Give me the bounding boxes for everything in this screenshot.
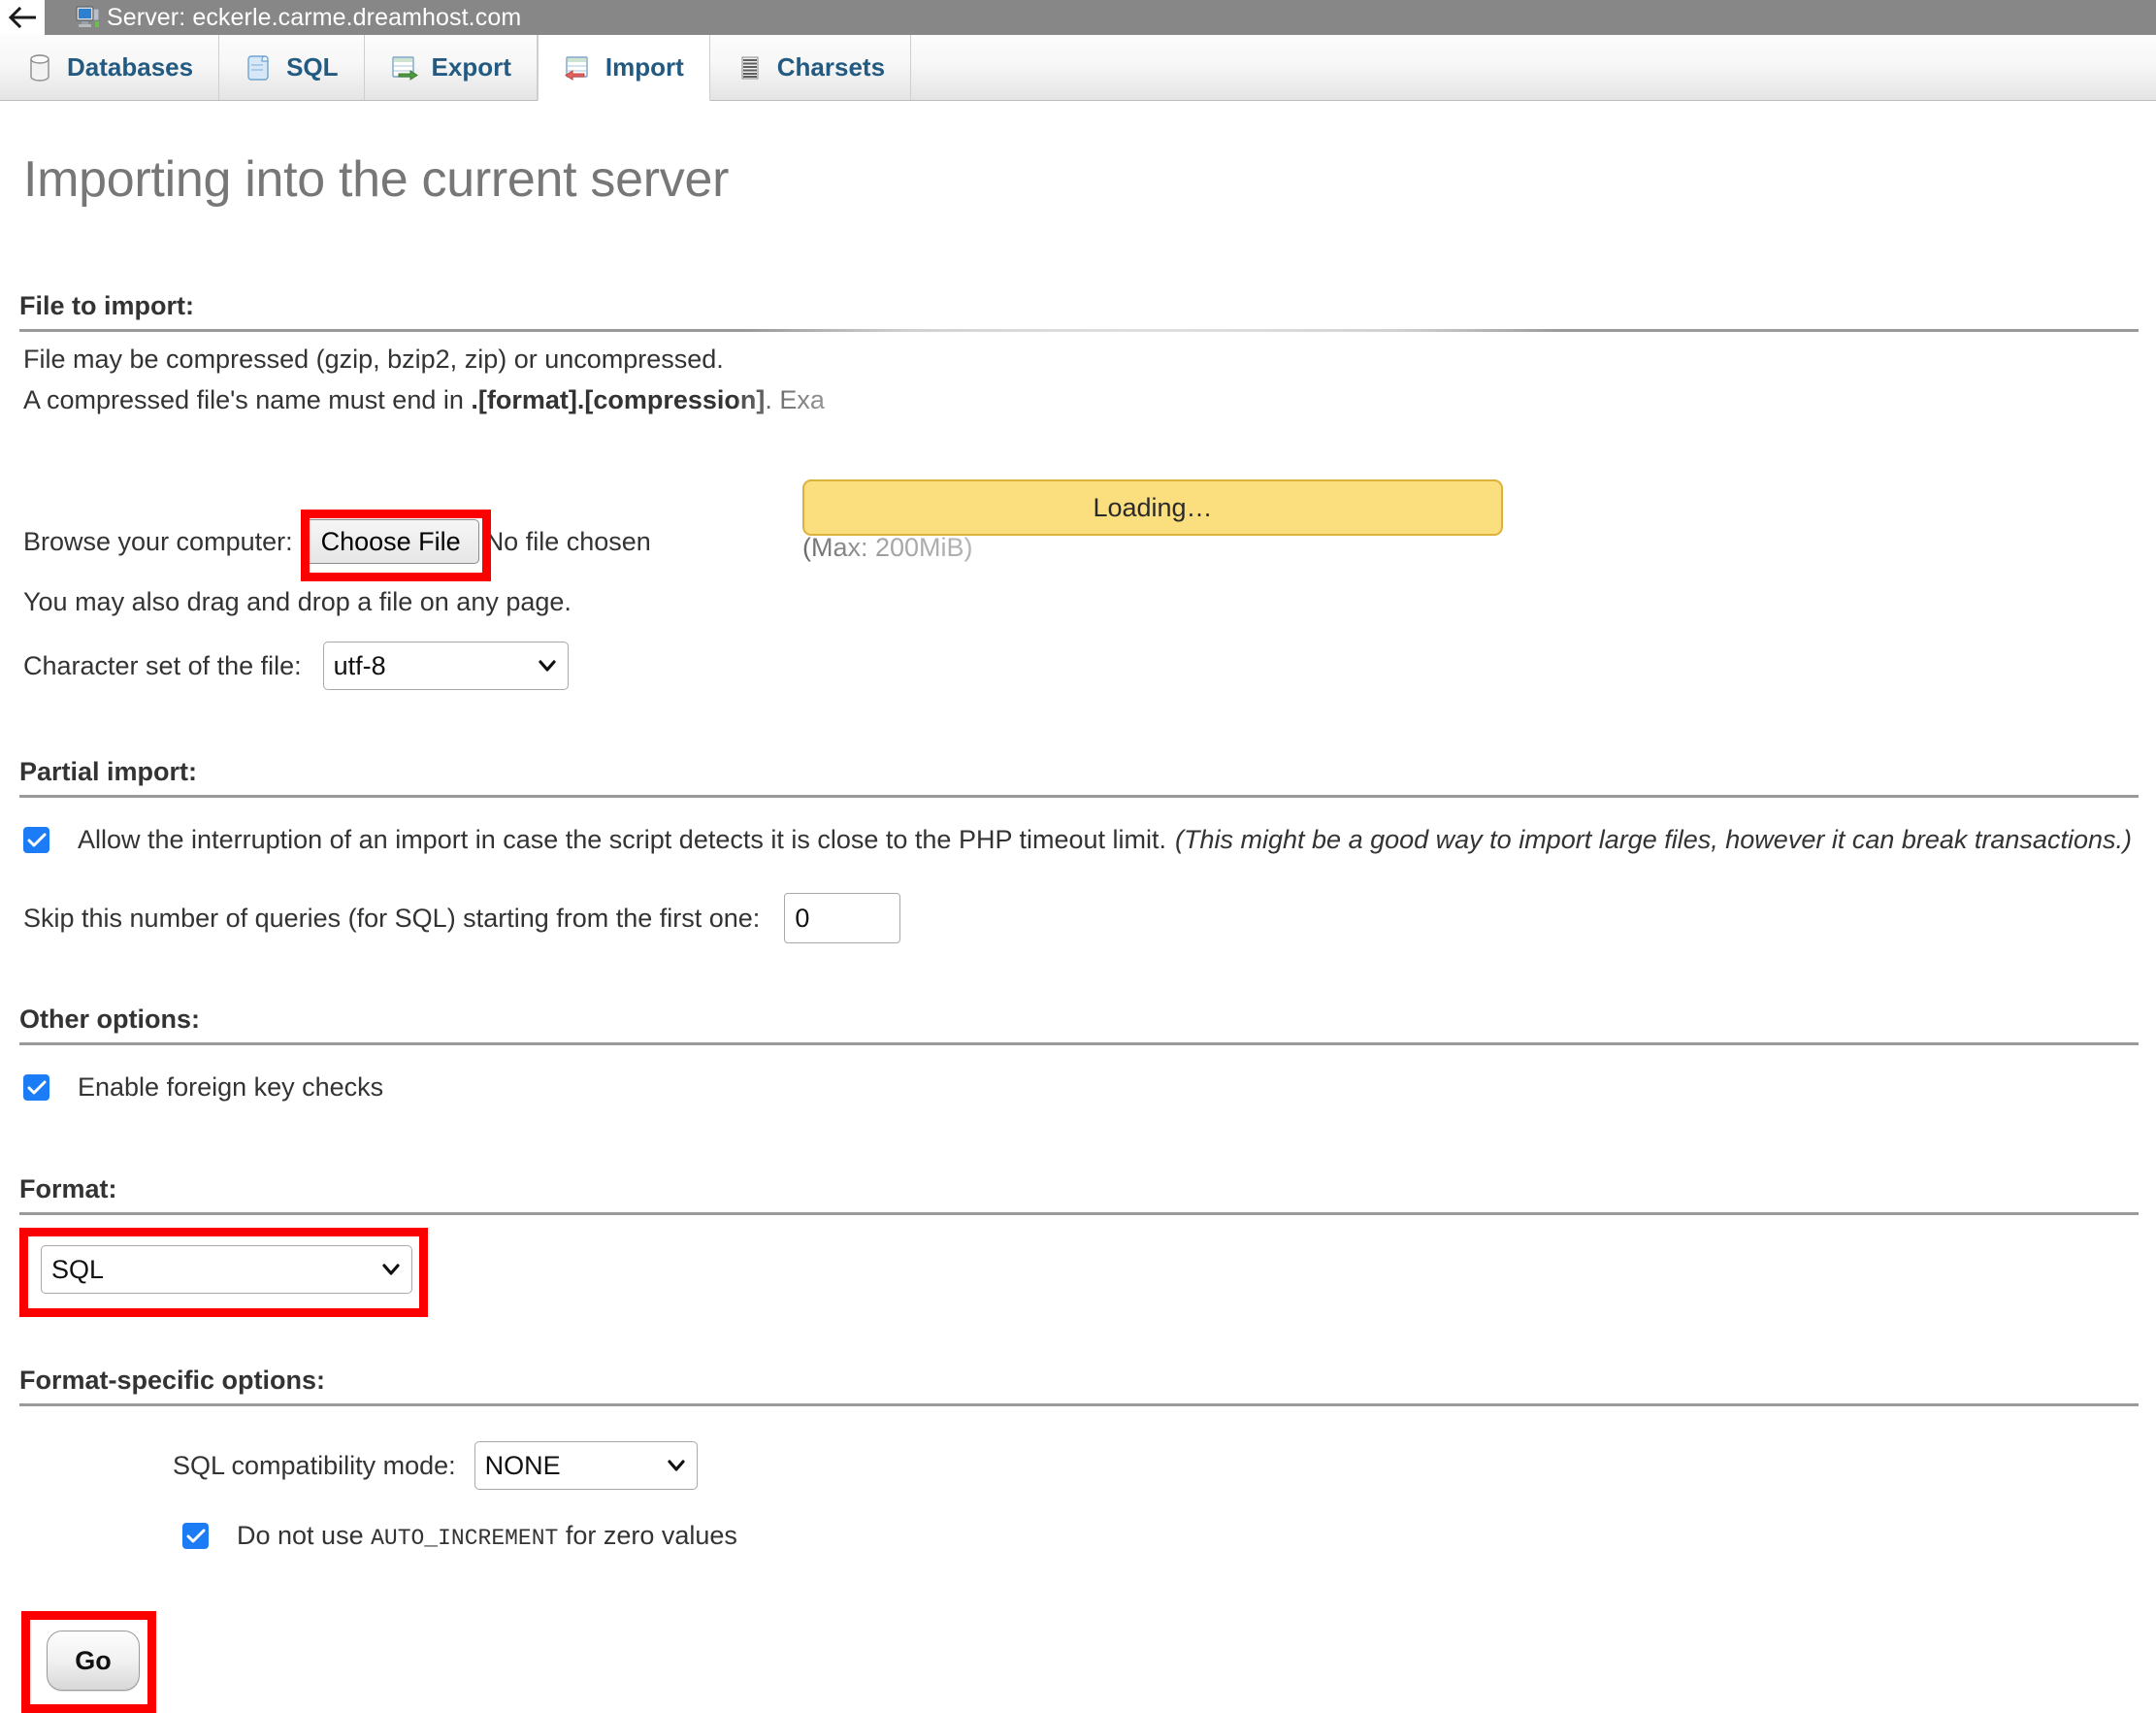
compression-note-line1: File may be compressed (gzip, bzip2, zip…	[23, 345, 724, 374]
partial-import-heading: Partial import:	[19, 757, 2139, 798]
tab-databases-label: Databases	[67, 52, 194, 82]
format-select-value: SQL	[51, 1254, 105, 1284]
tab-export-label: Export	[431, 52, 511, 82]
back-arrow-icon	[8, 7, 36, 28]
charset-select-value: utf-8	[333, 650, 386, 680]
compression-note-line2: A compressed file's name must end in .[f…	[23, 385, 825, 415]
allow-interruption-label: Allow the interruption of an import in c…	[78, 825, 1167, 854]
skip-queries-label: Skip this number of queries (for SQL) st…	[23, 903, 761, 933]
charset-select[interactable]: utf-8	[322, 642, 569, 690]
charset-label: Character set of the file:	[23, 650, 302, 680]
drag-drop-note: You may also drag and drop a file on any…	[23, 587, 572, 616]
import-page-content: Importing into the current server File t…	[0, 102, 2156, 1713]
browse-row: Browse your computer: Choose File No fil…	[23, 519, 651, 564]
no-file-chosen-label: No file chosen	[484, 526, 651, 556]
sql-scroll-icon	[245, 53, 274, 82]
compression-format-token: .[format].[compression]	[471, 385, 766, 414]
tab-import-label: Import	[604, 52, 684, 82]
window-title-bar: Server: eckerle.carme.dreamhost.com	[0, 0, 2156, 35]
sql-compat-label: SQL compatibility mode:	[173, 1450, 456, 1480]
back-button[interactable]	[0, 0, 45, 35]
section-partial-import: Partial import:	[19, 757, 2139, 798]
format-select[interactable]: SQL	[41, 1245, 412, 1294]
loading-scrim	[737, 218, 1572, 684]
page-title: Importing into the current server	[23, 151, 730, 208]
window-title: Server: eckerle.carme.dreamhost.com	[107, 3, 522, 31]
sql-compat-row: SQL compatibility mode: NONE	[173, 1441, 698, 1490]
format-heading: Format:	[19, 1174, 2139, 1215]
section-other-options: Other options:	[19, 1005, 2139, 1045]
section-file-to-import: File to import:	[19, 291, 2139, 332]
main-tab-bar: Databases SQL Export Import Charsets	[0, 35, 2156, 101]
allow-interruption-checkbox[interactable]	[23, 827, 49, 853]
chevron-down-icon	[668, 1460, 685, 1471]
tab-export[interactable]: Export	[365, 35, 538, 100]
section-format-specific: Format-specific options:	[19, 1366, 2139, 1406]
allow-interruption-note: (This might be a good way to import larg…	[1175, 825, 2132, 854]
browse-label: Browse your computer:	[23, 526, 293, 556]
file-to-import-heading: File to import:	[19, 291, 2139, 332]
auto-increment-code: AUTO_INCREMENT	[371, 1526, 559, 1551]
foreign-key-checkbox[interactable]	[23, 1074, 49, 1101]
section-format: Format:	[19, 1174, 2139, 1215]
tab-databases[interactable]: Databases	[0, 35, 220, 100]
import-table-icon	[564, 53, 593, 82]
charset-row: Character set of the file: utf-8	[23, 642, 569, 690]
choose-file-button[interactable]: Choose File	[302, 519, 479, 564]
skip-queries-input[interactable]	[784, 893, 901, 943]
auto-increment-prefix: Do not use	[237, 1521, 372, 1550]
loading-indicator: Loading…	[802, 479, 1503, 536]
chevron-down-icon	[382, 1264, 400, 1275]
tab-charsets[interactable]: Charsets	[710, 35, 912, 100]
skip-queries-row: Skip this number of queries (for SQL) st…	[23, 893, 901, 943]
auto-increment-row: Do not use AUTO_INCREMENT for zero value…	[182, 1521, 737, 1551]
chevron-down-icon	[539, 660, 556, 672]
tab-charsets-label: Charsets	[776, 52, 886, 82]
allow-interruption-row: Allow the interruption of an import in c…	[23, 825, 2132, 855]
format-specific-heading: Format-specific options:	[19, 1366, 2139, 1406]
charsets-lines-icon	[735, 53, 765, 82]
compression-note-suffix: . Exa	[765, 385, 825, 414]
compression-note-prefix: A compressed file's name must end in	[23, 385, 472, 414]
tab-sql-label: SQL	[286, 52, 339, 82]
sql-compat-select[interactable]: NONE	[474, 1441, 698, 1490]
export-table-icon	[390, 53, 419, 82]
server-monitor-icon	[76, 6, 101, 29]
max-upload-size-label: (Max: 200MiB)	[802, 533, 973, 562]
tab-import[interactable]: Import	[537, 35, 710, 101]
auto-increment-suffix: for zero values	[558, 1521, 737, 1550]
foreign-key-row: Enable foreign key checks	[23, 1072, 383, 1103]
go-button[interactable]: Go	[47, 1631, 140, 1691]
auto-increment-label: Do not use AUTO_INCREMENT for zero value…	[237, 1521, 737, 1551]
tab-sql[interactable]: SQL	[219, 35, 365, 100]
other-options-heading: Other options:	[19, 1005, 2139, 1045]
database-cylinder-icon	[25, 53, 54, 82]
auto-increment-checkbox[interactable]	[182, 1523, 209, 1549]
sql-compat-select-value: NONE	[484, 1450, 561, 1480]
foreign-key-label: Enable foreign key checks	[78, 1072, 384, 1102]
